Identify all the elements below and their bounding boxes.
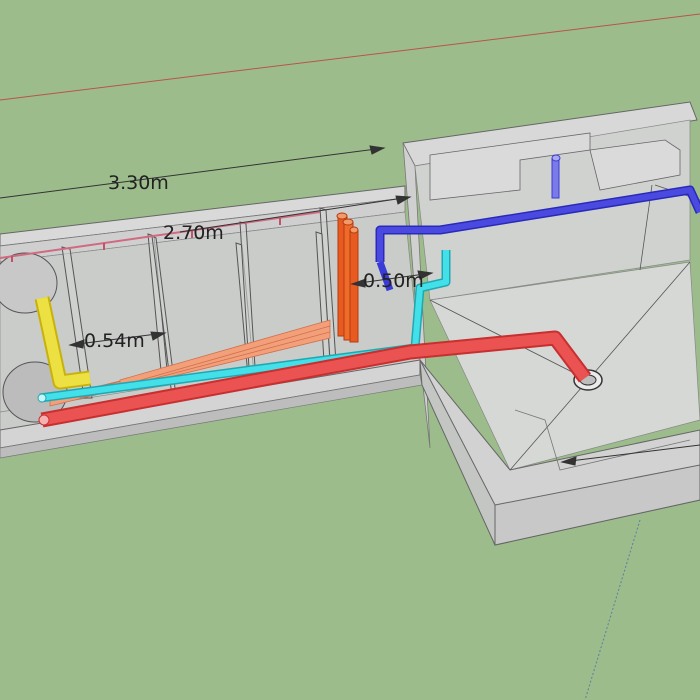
dimension-arrow (369, 145, 386, 155)
dimension-label-inner: 2.70m (163, 222, 224, 244)
orange-pipes (336, 212, 359, 343)
dimension-label-channel: 0.54m (84, 330, 145, 352)
red-axis-line (0, 13, 700, 101)
dimension-label-total: 3.30m (108, 172, 169, 194)
dimension-label-gap: 0.50m (363, 270, 424, 292)
blue-vent-pipe (551, 157, 560, 199)
sketchup-viewport[interactable]: 3.30m 2.70m 0.54m 0.50m (0, 0, 700, 700)
blue-axis-line (584, 519, 641, 700)
